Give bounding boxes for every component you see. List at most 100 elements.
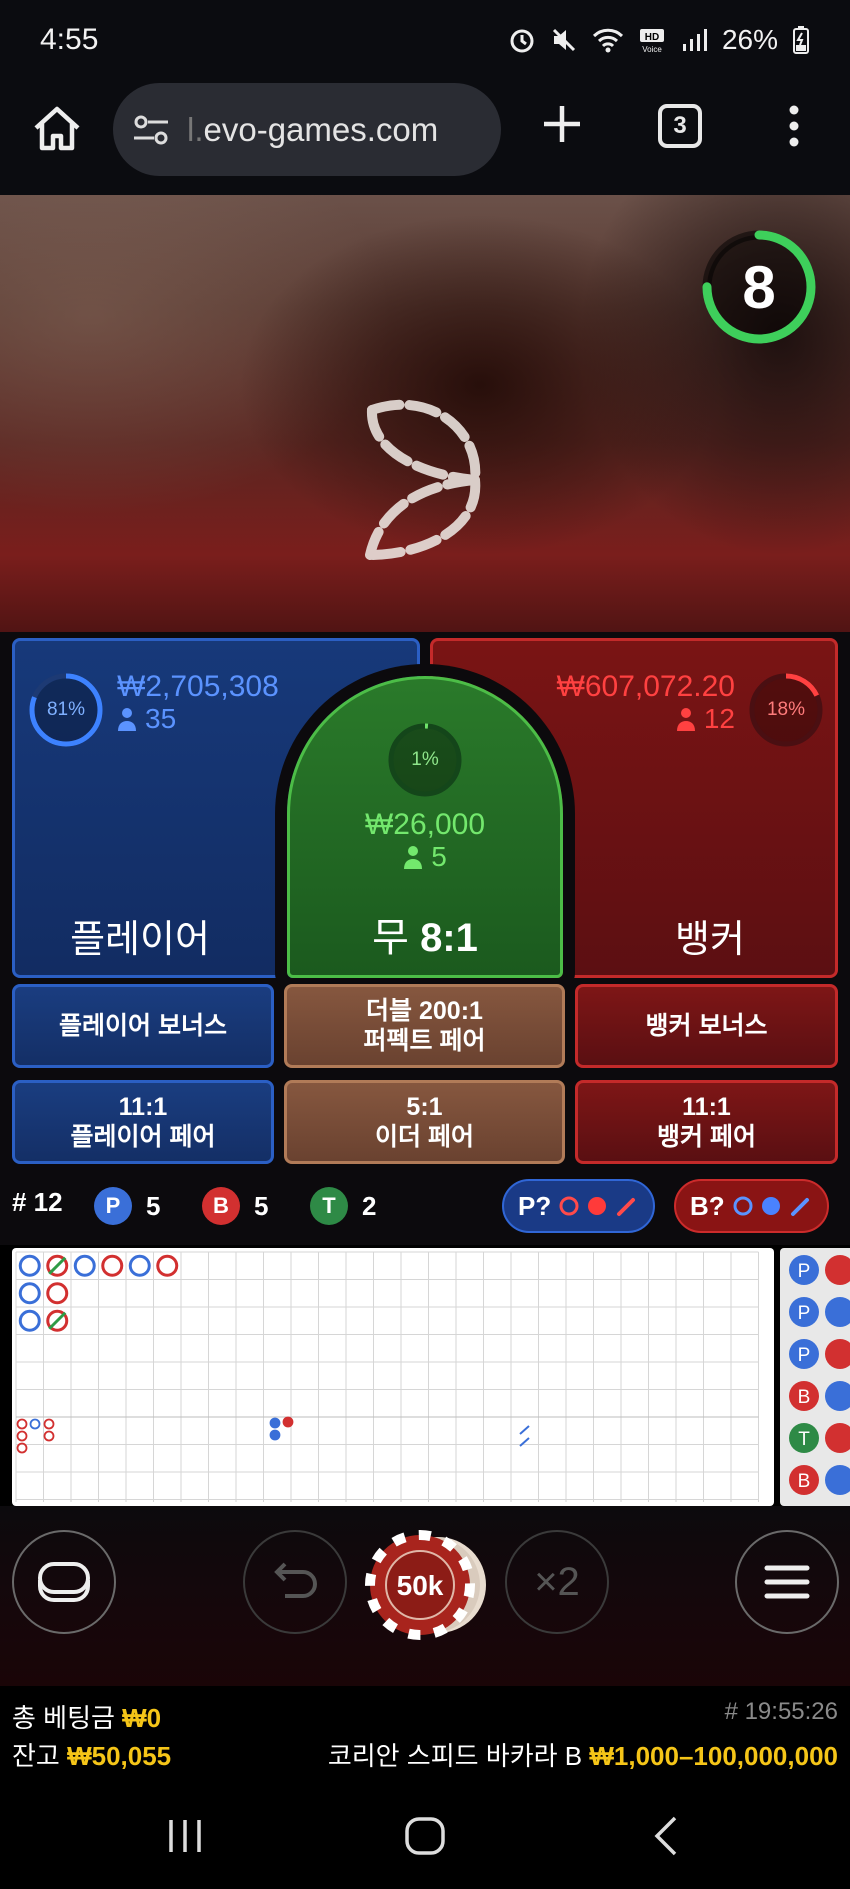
round-id: # 19:55:26 [724,1698,838,1725]
tie-percent: 1% [411,749,439,770]
derived-road-mark [269,1417,281,1429]
battery-percent: 26% [721,24,778,55]
svg-text:Voice: Voice [642,45,662,54]
big-road-mark [73,1254,96,1277]
player-badge-icon: P [94,1187,132,1225]
bead-mark-label: P [798,1261,811,1282]
banker-pair-label: 뱅커 페어 [657,1123,756,1151]
bead-mark-label: P [798,1345,811,1366]
double-button[interactable]: ×2 [505,1530,609,1634]
tie-badge-icon: T [310,1187,348,1225]
tie-wins-count: 2 [362,1190,377,1221]
big-road-mark [46,1282,69,1305]
bead-road-preview[interactable]: PPPBTB [780,1248,850,1506]
table-limits: ₩1,000–100,000,000 [589,1741,838,1771]
banker-pair-odds: 11:1 [682,1093,731,1121]
banker-label: 뱅커 [675,919,745,961]
derived-road-mark [16,1430,28,1442]
derived-road-mark [16,1418,28,1430]
player-bonus-button[interactable]: 플레이어 보너스 [12,984,274,1068]
bead-mark [825,1297,850,1327]
derived-road-mark [269,1429,281,1441]
tie-bettors: 5 [290,841,560,873]
player-wins-count: 5 [146,1190,161,1221]
big-road-mark [128,1254,151,1277]
either-pair-button[interactable]: 5:1 이더 페어 [284,1080,565,1164]
tie-odds: 8:1 [420,916,478,960]
banker-predict-button[interactable]: B? [674,1179,829,1233]
recent-apps-icon[interactable] [163,1814,207,1858]
svg-text:HD: HD [645,32,659,43]
home-icon[interactable] [30,102,84,156]
back-nav-icon[interactable] [645,1814,689,1858]
undo-button[interactable] [243,1530,347,1634]
player-stake: ₩2,705,308 35 [117,671,279,735]
new-tab-icon[interactable] [538,100,586,148]
loading-icon [365,399,481,560]
round-stats: # 12 P 5 B 5 T 2 P? B? [0,1175,850,1245]
menu-button[interactable] [735,1530,839,1634]
hd-voice-icon: HD Voice [639,29,664,54]
big-road-mark [18,1282,41,1305]
countdown-value: 8 [742,253,776,321]
url-text: l.evo-games.com [187,111,438,149]
player-predict-button[interactable]: P? [502,1179,656,1233]
wifi-icon [592,28,624,53]
status-icons: HD Voice 26% [508,24,810,56]
player-percent: 81% [46,699,86,720]
derived-road-mark [282,1416,294,1428]
either-pair-label: 이더 페어 [375,1123,474,1151]
signal-icon [682,29,707,51]
battery-charging-icon [793,26,809,54]
banker-bonus-label: 뱅커 보너스 [645,1012,768,1040]
bet-info-footer: 총 베팅금 ₩0 # 19:55:26 잔고 ₩50,055 코리안 스피드 바… [0,1686,850,1786]
table-name: 코리안 스피드 바카라 B [327,1741,583,1771]
chip-value: 50k [397,1570,444,1601]
predict-marks-icon [733,1196,809,1216]
status-bar: 4:55 HD Voice 26% [0,0,850,80]
tie-percent-ring: 1% [386,721,464,799]
mute-icon [552,28,576,52]
url-bar[interactable]: l.evo-games.com [113,83,501,176]
undo-icon [274,1562,317,1598]
system-nav-bar [0,1786,850,1889]
more-options-icon[interactable] [780,102,808,150]
big-road-mark [101,1254,124,1277]
table-info: 코리안 스피드 바카라 B ₩1,000–100,000,000 [328,1736,838,1773]
alarm-icon [510,29,534,53]
status-time: 4:55 [40,23,99,56]
perfect-pair-button[interactable]: 더블 200:1 퍼펙트 페어 [284,984,565,1068]
banker-predict-label: B? [690,1190,725,1221]
banker-pair-button[interactable]: 11:1 뱅커 페어 [575,1080,838,1164]
tab-switcher-button[interactable]: 3 [658,104,702,148]
bead-mark-label: B [798,1471,811,1492]
tie-bettors-count: 5 [431,841,447,872]
bead-mark [825,1423,850,1453]
bead-mark-label: B [798,1387,811,1408]
game-controls: 50k ×2 [0,1506,850,1686]
site-settings-icon[interactable] [131,110,171,150]
tie-bet-spot[interactable]: 1% ₩26,000 5 무 8:1 [287,676,563,978]
cockroach-road-mark [519,1425,530,1435]
player-pair-label: 플레이어 페어 [70,1123,216,1151]
tie-slash-mark [48,1256,67,1275]
banker-bonus-button[interactable]: 뱅커 보너스 [575,984,838,1068]
banker-bettors-count: 12 [703,703,735,734]
player-pair-button[interactable]: 11:1 플레이어 페어 [12,1080,274,1164]
total-bet-label: 총 베팅금 [12,1703,115,1733]
bead-mark [825,1465,850,1495]
live-video-feed: 8 [0,195,850,645]
double-label: ×2 [534,1559,580,1604]
banker-percent: 18% [766,699,806,720]
table-view-button[interactable] [12,1530,116,1634]
big-road-mark [18,1309,41,1332]
home-nav-icon[interactable] [403,1814,447,1858]
chip-stack-icon: 50k [365,1530,486,1640]
big-road-scoreboard[interactable] [12,1248,774,1506]
tie-amount: ₩26,000 [364,808,486,841]
bead-mark [825,1339,850,1369]
balance-label: 잔고 [12,1741,60,1771]
derived-road-mark [43,1430,55,1442]
chip-selector[interactable]: 50k [360,1530,490,1640]
browser-toolbar: l.evo-games.com 3 [0,80,850,195]
